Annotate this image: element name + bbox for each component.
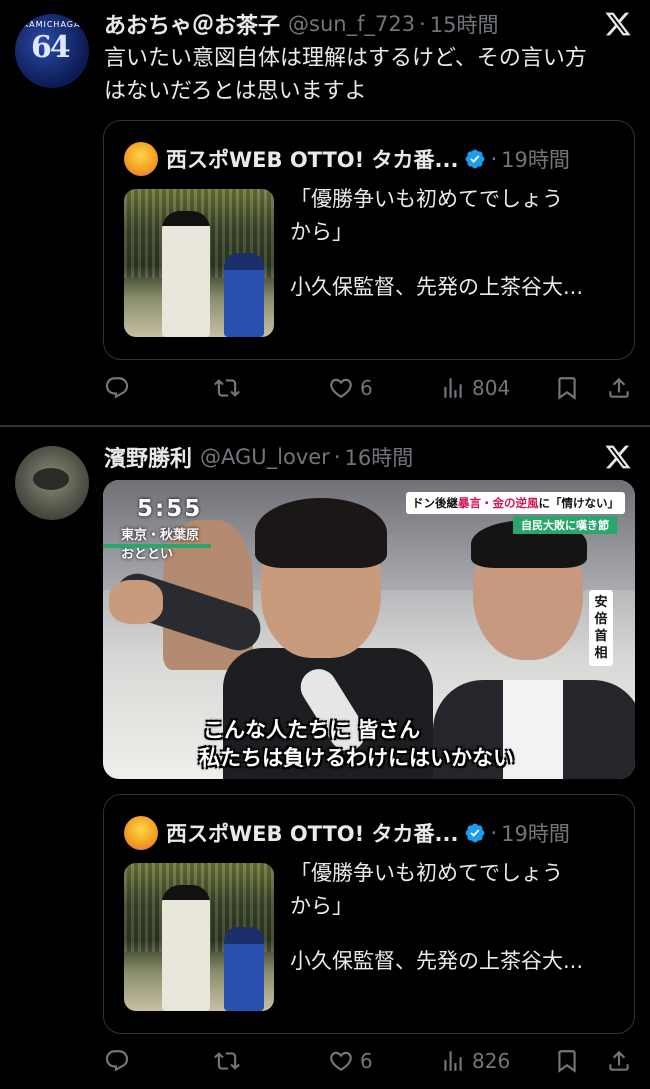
broadcast-clock: 5:55 bbox=[137, 496, 203, 522]
author-name[interactable]: 濱野勝利 bbox=[104, 441, 192, 473]
tweet[interactable]: 濱野勝利 @AGU_lover · 16時間 5:55 東京・秋葉原 おととい … bbox=[0, 427, 650, 1089]
quoted-text-line: 「優勝争いも初めてでしょう bbox=[290, 861, 563, 885]
reply-button[interactable] bbox=[104, 371, 136, 405]
quoted-text-line: から」 bbox=[290, 220, 353, 244]
tweet[interactable]: KAMICHAGAWA 64 あおちゃ＠お茶子 @sun_f_723 · 15時… bbox=[0, 0, 650, 425]
broadcast-name-tag: 安 倍 首 相 bbox=[589, 590, 613, 666]
location-bar bbox=[103, 544, 211, 548]
x-logo-icon bbox=[605, 12, 631, 36]
tweet-time[interactable]: 16時間 bbox=[345, 442, 414, 472]
like-button[interactable]: 6 bbox=[328, 1044, 373, 1078]
thumbnail-pitcher bbox=[162, 211, 210, 337]
user-avatar[interactable] bbox=[15, 446, 89, 520]
quoted-tweet[interactable]: 西スポWEB OTTO! タカ番... · 19時間 「優勝争いも初めてでしょう… bbox=[103, 794, 635, 1034]
quoted-text: 「優勝争いも初めてでしょう から」 小久保監督、先発の上茶谷大... bbox=[290, 183, 616, 304]
reply-icon bbox=[105, 1050, 129, 1072]
retweet-button[interactable] bbox=[214, 371, 246, 405]
caption-line: こんな人たちに 皆さん bbox=[203, 718, 421, 742]
quoted-thumbnail-image bbox=[124, 189, 274, 337]
tweet-time[interactable]: 15時間 bbox=[430, 9, 499, 39]
media-pointing-hand bbox=[109, 580, 163, 624]
share-button[interactable] bbox=[606, 1044, 632, 1078]
thumbnail-runner bbox=[224, 253, 264, 337]
location-line: 東京・秋葉原 bbox=[121, 528, 200, 543]
thumbnail-pitcher bbox=[162, 885, 210, 1011]
views-chart-icon bbox=[444, 378, 462, 398]
heart-icon bbox=[330, 1051, 352, 1071]
like-count: 6 bbox=[360, 1049, 373, 1073]
tweet-header: 濱野勝利 @AGU_lover · 16時間 bbox=[104, 440, 630, 474]
tweet-text-line: はないだろとは思いますよ bbox=[104, 79, 367, 104]
heart-icon bbox=[330, 378, 352, 398]
headline-part: ドン後継 bbox=[412, 496, 458, 510]
separator-dot: · bbox=[490, 147, 498, 171]
author-handle[interactable]: @sun_f_723 bbox=[288, 12, 415, 36]
name-tag-char: 安 bbox=[594, 595, 608, 610]
quoted-author-name: 西スポWEB OTTO! タカ番... bbox=[166, 822, 459, 846]
quoted-tweet[interactable]: 西スポWEB OTTO! タカ番... · 19時間 「優勝争いも初めてでしょう… bbox=[103, 120, 635, 360]
thumbnail-runner bbox=[224, 927, 264, 1011]
bookmark-icon bbox=[558, 1050, 576, 1073]
separator-dot: · bbox=[490, 821, 498, 845]
quoted-tweet-header: 西スポWEB OTTO! タカ番... · 19時間 bbox=[124, 141, 624, 177]
like-count: 6 bbox=[360, 376, 373, 400]
broadcast-caption: こんな人たちに 皆さん 私たちは負けるわけにはいかない bbox=[199, 716, 514, 772]
views-count: 804 bbox=[472, 376, 511, 400]
quoted-thumbnail-image bbox=[124, 863, 274, 1011]
name-tag-char: 首 bbox=[594, 629, 608, 644]
quoted-tweet-header: 西スポWEB OTTO! タカ番... · 19時間 bbox=[124, 815, 624, 851]
verified-badge-icon bbox=[466, 149, 485, 169]
quoted-avatar bbox=[124, 816, 158, 850]
quoted-avatar bbox=[124, 142, 158, 176]
views-count: 826 bbox=[472, 1049, 511, 1073]
quoted-text-line: 小久保監督、先発の上茶谷大... bbox=[290, 275, 584, 299]
bookmark-button[interactable] bbox=[554, 371, 580, 405]
avatar-arc-text: KAMICHAGAWA bbox=[23, 20, 89, 29]
share-icon bbox=[609, 1050, 629, 1071]
retweet-icon bbox=[214, 379, 240, 397]
broadcast-subheadline: 自民大敗に嘆き節 bbox=[513, 516, 617, 534]
author-name[interactable]: あおちゃ＠お茶子 bbox=[104, 8, 280, 40]
tweet-text-line: 言いたい意図自体は理解はするけど、その言い方 bbox=[104, 46, 587, 71]
avatar-rock bbox=[33, 468, 69, 490]
tweet-media-image[interactable]: 5:55 東京・秋葉原 おととい ドン後継 暴言・金の逆風 に「情けない」 自民… bbox=[103, 480, 635, 779]
quoted-text-line: から」 bbox=[290, 894, 353, 918]
user-avatar[interactable]: KAMICHAGAWA 64 bbox=[15, 14, 89, 88]
retweet-button[interactable] bbox=[214, 1044, 246, 1078]
views-chart-icon bbox=[444, 1051, 462, 1071]
headline-part-highlight: 暴言・金の逆風 bbox=[458, 496, 539, 510]
quoted-text-line: 小久保監督、先発の上茶谷大... bbox=[290, 949, 584, 973]
reply-button[interactable] bbox=[104, 1044, 136, 1078]
retweet-icon bbox=[214, 1052, 240, 1070]
quoted-text-line: 「優勝争いも初めてでしょう bbox=[290, 187, 563, 211]
bookmark-icon bbox=[558, 377, 576, 400]
bookmark-button[interactable] bbox=[554, 1044, 580, 1078]
broadcast-headline: ドン後継 暴言・金の逆風 に「情けない」 bbox=[406, 492, 625, 514]
verified-badge-icon bbox=[466, 823, 485, 843]
separator-dot: · bbox=[333, 445, 341, 469]
action-bar: 6 804 bbox=[104, 371, 632, 405]
views-button[interactable]: 826 bbox=[440, 1044, 510, 1078]
quoted-time: 19時間 bbox=[501, 148, 570, 172]
broadcast-location: 東京・秋葉原 おととい bbox=[103, 526, 211, 564]
tweet-header: あおちゃ＠お茶子 @sun_f_723 · 15時間 bbox=[104, 7, 630, 41]
quoted-time: 19時間 bbox=[501, 822, 570, 846]
like-button[interactable]: 6 bbox=[328, 371, 373, 405]
share-icon bbox=[609, 377, 629, 398]
views-button[interactable]: 804 bbox=[440, 371, 510, 405]
x-logo-icon bbox=[605, 445, 631, 469]
headline-part: に「情けない」 bbox=[538, 496, 620, 510]
action-bar: 6 826 bbox=[104, 1044, 632, 1078]
tweet-text: 言いたい意図自体は理解はするけど、その言い方 はないだろとは思いますよ bbox=[104, 42, 628, 108]
author-handle[interactable]: @AGU_lover bbox=[200, 445, 330, 469]
quoted-text: 「優勝争いも初めてでしょう から」 小久保監督、先発の上茶谷大... bbox=[290, 857, 616, 978]
share-button[interactable] bbox=[606, 371, 632, 405]
caption-line: 私たちは負けるわけにはいかない bbox=[199, 746, 514, 770]
name-tag-char: 相 bbox=[594, 646, 608, 661]
separator-dot: · bbox=[419, 12, 426, 36]
avatar-number: 64 bbox=[31, 30, 71, 65]
name-tag-char: 倍 bbox=[594, 612, 608, 627]
quoted-author-name: 西スポWEB OTTO! タカ番... bbox=[166, 148, 459, 172]
reply-icon bbox=[105, 377, 129, 399]
